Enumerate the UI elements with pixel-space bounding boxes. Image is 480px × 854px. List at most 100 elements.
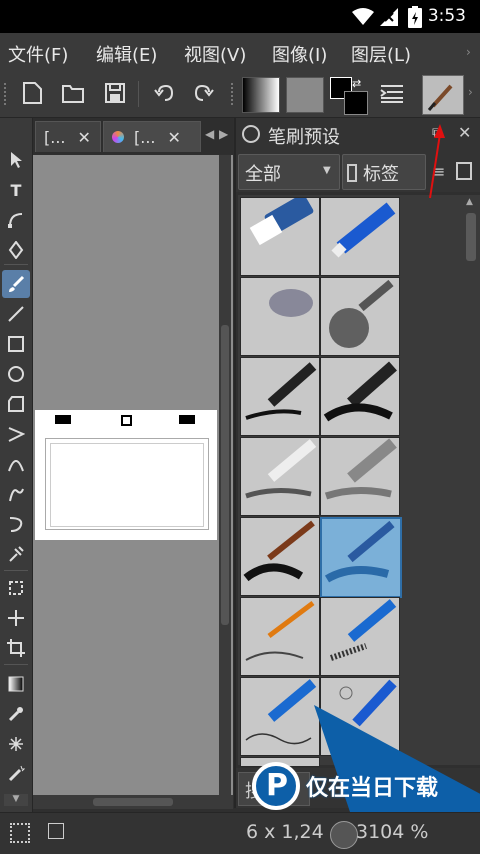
redo-button[interactable]: [188, 77, 220, 109]
polyline-tool[interactable]: [2, 420, 30, 448]
toolbox-scroll-down-icon[interactable]: ▼: [4, 794, 28, 806]
toolbox-divider: [4, 264, 28, 265]
preset-pencil-blue[interactable]: [320, 597, 400, 676]
brush-options-button[interactable]: [376, 77, 408, 109]
undo-button[interactable]: [148, 77, 180, 109]
document-tab[interactable]: [... ✕: [35, 121, 101, 152]
rectangle-icon: [8, 336, 24, 352]
new-document-button[interactable]: [16, 77, 48, 109]
preset-grid-scrollbar[interactable]: ▲: [462, 195, 480, 765]
scroll-up-icon[interactable]: ▲: [466, 197, 473, 207]
open-document-button[interactable]: [57, 77, 89, 109]
polygon-tool[interactable]: [2, 390, 30, 418]
menu-file[interactable]: 文件(F): [8, 41, 68, 67]
transform-handle[interactable]: [179, 415, 195, 424]
rectangle-tool[interactable]: [2, 330, 30, 358]
toolbar-overflow-icon[interactable]: ›: [468, 85, 473, 99]
brush-preset-button[interactable]: [422, 75, 464, 115]
tab-scroll-right-icon[interactable]: ▶: [219, 127, 228, 141]
main-toolbar: ⇄ ›: [0, 71, 480, 118]
preset-ink-brush[interactable]: [240, 517, 320, 596]
document-tab-active[interactable]: [... ✕: [103, 121, 201, 152]
canvas-viewport[interactable]: [33, 155, 233, 795]
canvas-frame: [45, 438, 209, 530]
ink-pen-icon: [245, 362, 317, 420]
preset-blur-soft[interactable]: [240, 277, 320, 356]
scrollbar-thumb[interactable]: [221, 325, 229, 625]
tag-button[interactable]: 标签: [342, 154, 426, 190]
menu-overflow-icon[interactable]: ›: [466, 45, 471, 59]
menu-image[interactable]: 图像(I): [272, 41, 327, 67]
text-tool[interactable]: T: [2, 176, 30, 204]
line-tool[interactable]: [2, 300, 30, 328]
canvas-horizontal-scrollbar[interactable]: [33, 795, 233, 809]
fill-tool[interactable]: [2, 760, 30, 788]
preset-filter-dropdown[interactable]: 全部 ▼: [238, 154, 340, 190]
preset-pencil-grey[interactable]: [240, 437, 320, 516]
menu-layer[interactable]: 图层(L): [351, 41, 411, 67]
polygon-icon: [8, 396, 24, 412]
background-color[interactable]: [344, 91, 368, 115]
scrollbar-thumb[interactable]: [93, 798, 173, 806]
edit-shapes-tool[interactable]: [2, 206, 30, 234]
preset-eraser-pen[interactable]: [320, 197, 400, 276]
menu-edit[interactable]: 编辑(E): [96, 41, 157, 67]
preset-ink-marker[interactable]: [320, 357, 400, 436]
preset-marker-grey[interactable]: [320, 437, 400, 516]
selection-mode-icon[interactable]: [10, 823, 30, 843]
save-button[interactable]: [99, 77, 131, 109]
panel-splitter[interactable]: [234, 118, 236, 808]
preset-watercolor-selected[interactable]: [320, 517, 402, 598]
preset-fine-brush[interactable]: [240, 597, 320, 676]
multibrush-tool[interactable]: [2, 540, 30, 568]
sparkle-icon: [9, 737, 23, 751]
close-tab-icon[interactable]: ✕: [78, 128, 91, 147]
color-picker-tool[interactable]: [2, 700, 30, 728]
zoom-slider-icon[interactable]: [330, 821, 358, 849]
tab-scroll-left-icon[interactable]: ◀: [205, 127, 214, 141]
preset-pencil-sketch[interactable]: [240, 677, 320, 756]
pattern-selector-button[interactable]: [286, 77, 324, 113]
preset-airbrush[interactable]: [320, 277, 400, 356]
transform-handle[interactable]: [121, 415, 132, 426]
preset-ink-pen[interactable]: [240, 357, 320, 436]
canvas-vertical-scrollbar[interactable]: [219, 155, 231, 795]
close-docker-icon[interactable]: ✕: [458, 123, 471, 142]
annotation-arrow-icon: [429, 124, 445, 199]
menu-view[interactable]: 视图(V): [184, 41, 246, 67]
text-icon: T: [10, 180, 22, 200]
transform-tool[interactable]: [2, 574, 30, 602]
color-swatch-button[interactable]: ⇄: [330, 77, 368, 115]
clock: 3:53: [427, 6, 466, 26]
dynamic-brush-tool[interactable]: [2, 510, 30, 538]
smart-patch-tool[interactable]: [2, 730, 30, 758]
bezier-tool[interactable]: [2, 450, 30, 478]
preset-eraser-block[interactable]: [240, 197, 320, 276]
crop-tool[interactable]: [2, 634, 30, 662]
gradient-selector-button[interactable]: [242, 77, 280, 113]
calligraphy-tool[interactable]: [2, 236, 30, 264]
pen-nib-icon: [8, 241, 24, 259]
gradient-tool[interactable]: [2, 670, 30, 698]
lock-docker-icon[interactable]: [242, 125, 260, 143]
ellipse-icon: [8, 366, 24, 382]
fit-view-icon[interactable]: [48, 823, 64, 839]
gradient-icon: [8, 676, 24, 692]
swap-colors-icon[interactable]: ⇄: [352, 77, 361, 90]
move-tool[interactable]: [2, 604, 30, 632]
toolbar-handle-icon[interactable]: [4, 83, 10, 105]
scrollbar-thumb[interactable]: [466, 213, 476, 261]
freehand-brush-tool[interactable]: [2, 270, 30, 298]
save-preset-icon[interactable]: [456, 162, 472, 180]
canvas-document[interactable]: [35, 410, 217, 540]
select-tool[interactable]: [2, 146, 30, 174]
ellipse-tool[interactable]: [2, 360, 30, 388]
save-icon: [105, 83, 125, 103]
toolbar-handle-icon[interactable]: [231, 83, 237, 105]
close-tab-icon[interactable]: ✕: [168, 128, 181, 147]
eraser-pen-icon: [331, 202, 396, 258]
pencil-icon: [245, 439, 317, 499]
eraser-icon: [249, 198, 314, 246]
freehand-path-tool[interactable]: [2, 480, 30, 508]
transform-handle[interactable]: [55, 415, 71, 424]
